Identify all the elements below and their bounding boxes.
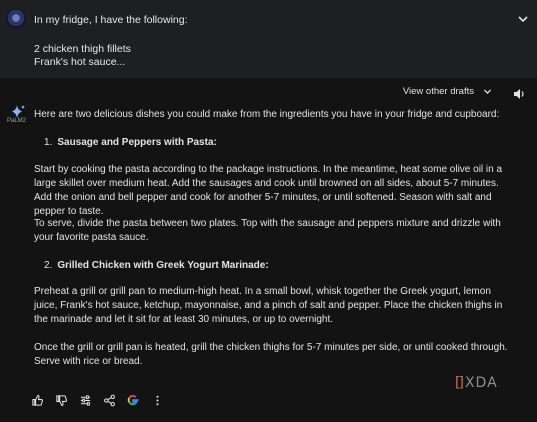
watermark-text: XDA (464, 375, 498, 391)
dish2-paragraph-1: Preheat a grill or grill pan to medium-h… (34, 286, 503, 325)
prompt-text-line3: Frank's hot sauce... (34, 56, 126, 68)
share-button[interactable] (102, 393, 116, 407)
dish-heading-2: 2. Grilled Chicken with Greek Yogurt Mari… (44, 260, 269, 271)
speaker-icon (514, 89, 524, 99)
dish-number: 1. (44, 137, 53, 148)
prompt-text-line2: 2 chicken thigh fillets (34, 43, 131, 55)
xda-watermark: [] XDA (455, 375, 498, 391)
read-aloud-button[interactable] (512, 87, 526, 101)
google-icon (127, 394, 139, 406)
view-drafts-label: View other drafts (402, 86, 474, 97)
tune-icon (80, 394, 90, 406)
dish-title: Grilled Chicken with Greek Yogurt Marina… (57, 260, 269, 271)
view-other-drafts-button[interactable]: View other drafts (403, 86, 493, 97)
more-vert-icon (155, 395, 159, 405)
thumbs-down-icon (55, 394, 67, 406)
expand-prompt-button[interactable] (516, 12, 530, 26)
model-response: View other drafts PaLM2 Here are two del… (0, 78, 537, 422)
bad-response-button[interactable] (54, 393, 68, 407)
dish-title: Sausage and Peppers with Pasta: (57, 137, 217, 148)
dish-heading-1: 1. Sausage and Peppers with Pasta: (44, 137, 217, 148)
dish1-paragraph-1: Start by cooking the pasta according to … (34, 164, 503, 217)
xda-logo-icon: [] (455, 375, 464, 391)
dish1-paragraph-2: To serve, divide the pasta between two p… (34, 218, 501, 243)
good-response-button[interactable] (30, 393, 44, 407)
prompt-text-line1: In my fridge, I have the following: (34, 14, 188, 26)
response-actions (30, 392, 164, 408)
model-label: PaLM2 (7, 118, 27, 124)
chevron-down-icon (483, 89, 492, 94)
response-intro: Here are two delicious dishes you could … (34, 109, 500, 120)
thumbs-up-icon (31, 394, 43, 406)
user-avatar (6, 9, 26, 29)
dish-number: 2. (44, 260, 53, 271)
dish2-paragraph-2: Once the grill or grill pan is heated, g… (34, 342, 508, 367)
user-prompt-card: In my fridge, I have the following: 2 ch… (0, 0, 537, 78)
more-options-button[interactable] (150, 393, 164, 407)
chevron-down-icon (518, 16, 528, 23)
modify-response-button[interactable] (78, 393, 92, 407)
share-icon (103, 394, 115, 406)
google-it-button[interactable] (126, 393, 140, 407)
